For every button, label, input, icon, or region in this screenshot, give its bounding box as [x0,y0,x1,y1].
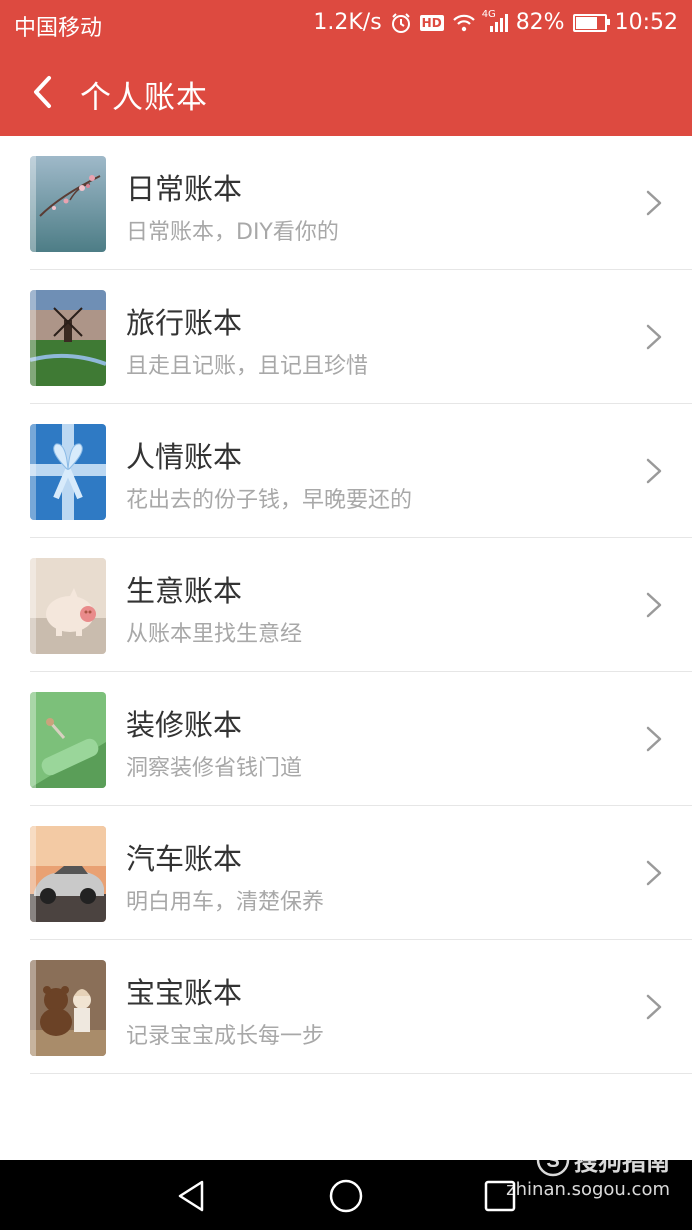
sogou-logo-icon: S [536,1143,570,1176]
account-book-item[interactable]: 人情账本花出去的份子钱，早晚要还的 [0,404,692,538]
book-title: 旅行账本 [126,306,243,340]
watermark-brand: 搜狗指南 [574,1148,670,1176]
book-title: 汽车账本 [126,842,243,876]
book-subtitle: 明白用车，清楚保养 [126,890,325,915]
gift-ribbon-thumbnail [30,424,106,520]
chevron-right-icon [646,324,662,350]
account-book-item[interactable]: 宝宝账本记录宝宝成长每一步 [0,940,692,1074]
watermark-url: zhinan.sogou.com [506,1179,670,1200]
clock: 10:52 [614,10,678,35]
paint-roller-thumbnail [30,692,106,788]
flower-branch-thumbnail [30,156,106,252]
divider [30,1073,692,1074]
triangle-back-icon [178,1180,204,1212]
battery-percent: 82% [515,10,565,35]
book-subtitle: 记录宝宝成长每一步 [126,1024,325,1049]
wifi-icon [452,13,476,33]
battery-icon [572,13,610,32]
book-title: 装修账本 [126,708,243,742]
signal-icon: 4G [482,9,508,33]
account-book-item[interactable]: 旅行账本且走且记账，且记且珍惜 [0,270,692,404]
status-bar: 中国移动 1.2K/s HD 4G 82% 10:52 [0,0,692,48]
page-title: 个人账本 [80,80,208,116]
alarm-icon [390,12,412,34]
account-book-item[interactable]: 装修账本洞察装修省钱门道 [0,672,692,806]
hd-icon: HD [419,14,444,31]
circle-home-icon [329,1179,363,1213]
chevron-left-icon [34,76,51,108]
sports-car-thumbnail [30,826,106,922]
chevron-right-icon [646,726,662,752]
carrier-name: 中国移动 [14,16,103,41]
chevron-right-icon [646,592,662,618]
back-button[interactable] [22,70,62,114]
book-subtitle: 花出去的份子钱，早晚要还的 [126,488,413,513]
network-speed: 1.2K/s [313,10,382,35]
account-book-item[interactable]: 汽车账本明白用车，清楚保养 [0,806,692,940]
book-subtitle: 且走且记账，且记且珍惜 [126,354,369,379]
account-book-item[interactable]: 生意账本从账本里找生意经 [0,538,692,672]
book-title: 生意账本 [126,574,243,608]
svg-text:S: S [546,1150,559,1172]
chevron-right-icon [646,190,662,216]
app-bar: 个人账本 [0,48,692,136]
status-indicators: 1.2K/s HD 4G 82% 10:52 [313,9,678,36]
windmill-landscape-thumbnail [30,290,106,386]
book-subtitle: 洞察装修省钱门道 [126,756,303,781]
book-title: 人情账本 [126,440,243,474]
book-subtitle: 从账本里找生意经 [126,622,303,647]
nav-back-button[interactable] [174,1178,210,1214]
teddy-bear-thumbnail [30,960,106,1056]
chevron-right-icon [646,458,662,484]
piggy-bank-thumbnail [30,558,106,654]
sogou-watermark: S 搜狗指南 zhinan.sogou.com [506,1142,670,1200]
account-book-item[interactable]: 日常账本日常账本，DIY看你的 [0,136,692,270]
network-type: 4G [481,8,496,20]
chevron-right-icon [646,994,662,1020]
book-title: 宝宝账本 [126,976,243,1010]
account-book-list: 日常账本日常账本，DIY看你的旅行账本且走且记账，且记且珍惜人情账本花出去的份子… [0,136,692,1074]
chevron-right-icon [646,860,662,886]
nav-home-button[interactable] [328,1178,364,1214]
book-subtitle: 日常账本，DIY看你的 [126,220,339,245]
book-title: 日常账本 [126,172,243,206]
